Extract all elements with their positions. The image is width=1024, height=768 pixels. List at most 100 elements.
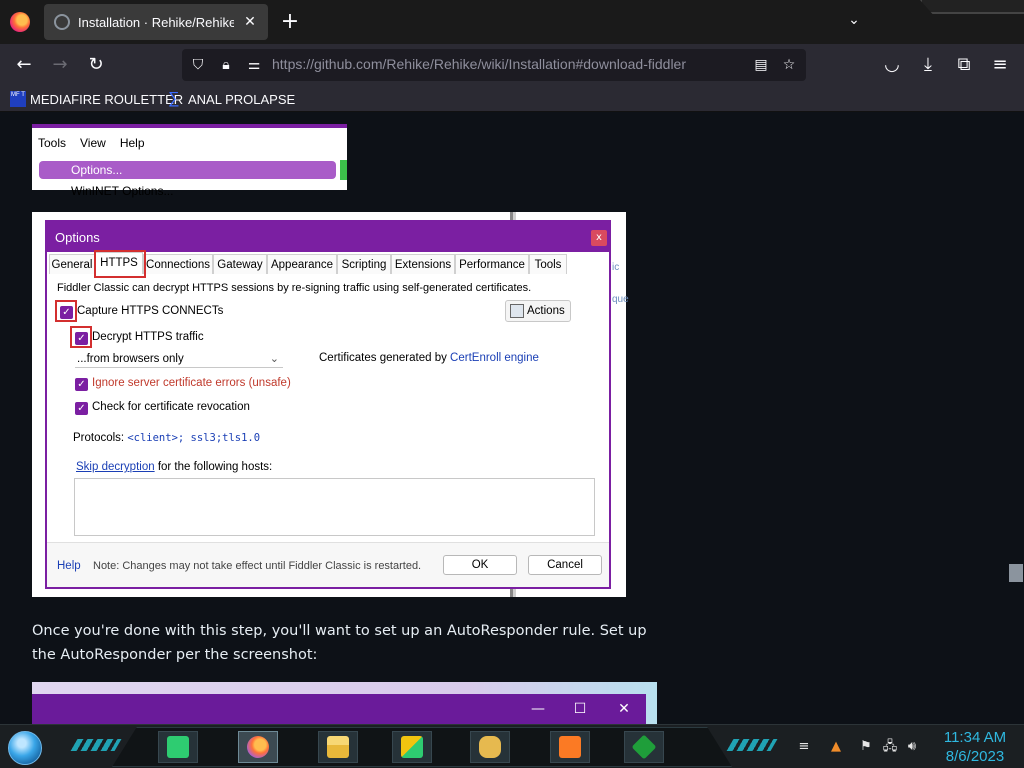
fiddler-icon (631, 734, 657, 760)
extensions-icon[interactable]: ⧉ (950, 52, 978, 78)
dialog-close-icon: x (591, 230, 607, 246)
autoresponder-window-titlebar: — ☐ ✕ (32, 694, 646, 724)
certenroll-link: CertEnroll engine (450, 352, 539, 364)
dialog-titlebar: Options x (47, 222, 609, 252)
taskbar-file-explorer-app[interactable] (318, 731, 358, 763)
reader-view-icon[interactable]: ▤ (751, 55, 771, 75)
menu-accent-stripe (32, 124, 347, 128)
hamburger-menu-icon[interactable]: ≡ (986, 52, 1014, 78)
github-favicon-icon (54, 14, 70, 30)
move-arrow-icon (401, 736, 423, 758)
tab-bar: Installation · Rehike/Rehike Wiki ✕ + ⌄ (0, 0, 1024, 44)
dialog-tab-gateway: Gateway (213, 254, 267, 274)
capture-https-label: Capture HTTPS CONNECTs (77, 305, 224, 317)
taskbar-handshake-app[interactable] (470, 731, 510, 763)
taskbar-move-app[interactable] (392, 731, 432, 763)
restart-note: Note: Changes may not take effect until … (93, 560, 422, 572)
maximize-icon: ☐ (573, 701, 587, 717)
close-icon: ✕ (618, 701, 630, 717)
protocols-line: Protocols: <client>; ssl3;tls1.0 (73, 432, 260, 444)
dialog-tab-scripting: Scripting (337, 254, 391, 274)
reload-icon[interactable]: ↻ (82, 52, 110, 78)
url-bar[interactable]: ⛉ 🔒︎ ⚌ https://github.com/Rehike/Rehike/… (182, 49, 806, 81)
bookmark-label: ANAL PROLAPSE (188, 91, 296, 107)
forward-arrow-icon[interactable]: → (46, 52, 74, 78)
dialog-tab-general: General (49, 254, 95, 274)
protocols-prefix: Protocols: (73, 432, 128, 444)
bookmarks-toolbar: MF T MEDIAFIRE ROULETTER ∑ ANAL PROLAPSE (0, 86, 1024, 112)
page-scrollbar-thumb[interactable] (1009, 564, 1023, 582)
downloads-icon[interactable]: ⤓ (914, 52, 942, 78)
dialog-tab-extensions: Extensions (391, 254, 455, 274)
menu-wininet-options: WinINET Options... (71, 184, 174, 198)
help-link: Help (57, 560, 81, 572)
dialog-tab-tools: Tools (529, 254, 567, 274)
show-desktop-icon[interactable]: ≡ (796, 739, 812, 755)
decrypt-https-label: Decrypt HTTPS traffic (92, 331, 204, 343)
taskbar-decoration (726, 739, 778, 751)
browser-tab-active[interactable]: Installation · Rehike/Rehike Wiki ✕ (44, 4, 268, 40)
menu-options-highlighted: Options... (39, 161, 336, 179)
cert-revocation-checkbox: ✓ (75, 402, 88, 415)
sigma-favicon-icon: ∑ (168, 90, 180, 107)
tray-flag-icon[interactable]: ⚑ (858, 739, 874, 755)
taskbar-notes-app[interactable] (158, 731, 198, 763)
protocols-value: <client>; ssl3;tls1.0 (127, 432, 261, 444)
highlight-box-https-tab (94, 250, 146, 278)
instruction-paragraph: Once you're done with this step, you'll … (32, 623, 647, 663)
taskbar-clock[interactable]: 11:34 AM 8/6/2023 (930, 728, 1020, 766)
actions-button: Actions (505, 300, 571, 322)
certificates-generator-text: Certificates generated by CertEnroll eng… (319, 352, 539, 364)
bookmark-star-icon[interactable]: ☆ (779, 55, 799, 75)
skip-decryption-line: Skip decryption for the following hosts: (76, 461, 272, 473)
firefox-icon (247, 736, 269, 758)
highlight-box-capture (55, 300, 77, 322)
menu-help: Help (119, 136, 145, 150)
taskbar: ≡ ▲ ⚑ 🖧︎ 🔊︎ 11:34 AM 8/6/2023 (0, 724, 1024, 768)
autoresponder-screenshot: — ☐ ✕ (32, 682, 657, 724)
actions-label: Actions (527, 305, 565, 317)
xampp-icon (559, 736, 581, 758)
ignore-cert-errors-checkbox: ✓ (75, 378, 88, 391)
background-faint-text: que (612, 294, 629, 305)
taskbar-firefox-app[interactable] (238, 731, 278, 763)
permissions-icon[interactable]: ⚌ (244, 55, 264, 75)
cancel-button: Cancel (528, 555, 602, 575)
menu-tools: Tools (38, 136, 67, 150)
tab-title: Installation · Rehike/Rehike Wiki (78, 14, 234, 30)
tab-list-chevron-icon[interactable]: ⌄ (842, 12, 866, 32)
firefox-logo-icon[interactable] (10, 12, 30, 32)
tab-close-icon[interactable]: ✕ (242, 14, 258, 30)
tray-app-icon[interactable]: ▲ (828, 739, 844, 755)
certificate-icon (510, 304, 524, 318)
volume-icon[interactable]: 🔊︎ (904, 739, 920, 755)
highlight-box-decrypt (70, 326, 92, 348)
chevron-down-icon: ⌄ (269, 353, 279, 365)
tracking-shield-icon[interactable]: ⛉ (188, 55, 208, 75)
network-icon[interactable]: 🖧︎ (882, 739, 898, 755)
start-button[interactable] (8, 731, 42, 765)
skip-decryption-link: Skip decryption (76, 461, 155, 473)
notes-icon (167, 736, 189, 758)
cert-prefix: Certificates generated by (319, 352, 451, 364)
url-text[interactable]: https://github.com/Rehike/Rehike/wiki/In… (272, 56, 686, 72)
navigation-toolbar: ← → ↻ ⛉ 🔒︎ ⚌ https://github.com/Rehike/R… (0, 44, 1024, 86)
back-arrow-icon[interactable]: ← (10, 52, 38, 78)
lock-icon[interactable]: 🔒︎ (216, 55, 236, 75)
pocket-icon[interactable]: ◡ (878, 52, 906, 78)
clock-time: 11:34 AM (943, 729, 1007, 746)
fiddler-menu-screenshot: Tools View Help Options... WinINET Optio… (32, 124, 347, 198)
dialog-title: Options (55, 230, 100, 245)
options-dialog: Options x General HTTPS Connections Gate… (45, 220, 611, 589)
new-tab-button[interactable]: + (278, 8, 302, 36)
handshake-icon (479, 736, 501, 758)
folder-icon (327, 736, 349, 758)
cert-revocation-label: Check for certificate revocation (92, 401, 250, 413)
fiddler-options-screenshot: ic que Options x General HTTPS Connectio… (32, 212, 629, 597)
bookmark-second[interactable]: ∑ ANAL PROLAPSE (168, 90, 295, 108)
bookmark-mediafire-rouletter[interactable]: MF T MEDIAFIRE ROULETTER (10, 90, 183, 108)
taskbar-fiddler-app[interactable] (624, 731, 664, 763)
taskbar-xampp-app[interactable] (550, 731, 590, 763)
minimize-icon: — (531, 701, 545, 717)
traffic-source-dropdown: ...from browsers only ⌄ (75, 350, 283, 368)
